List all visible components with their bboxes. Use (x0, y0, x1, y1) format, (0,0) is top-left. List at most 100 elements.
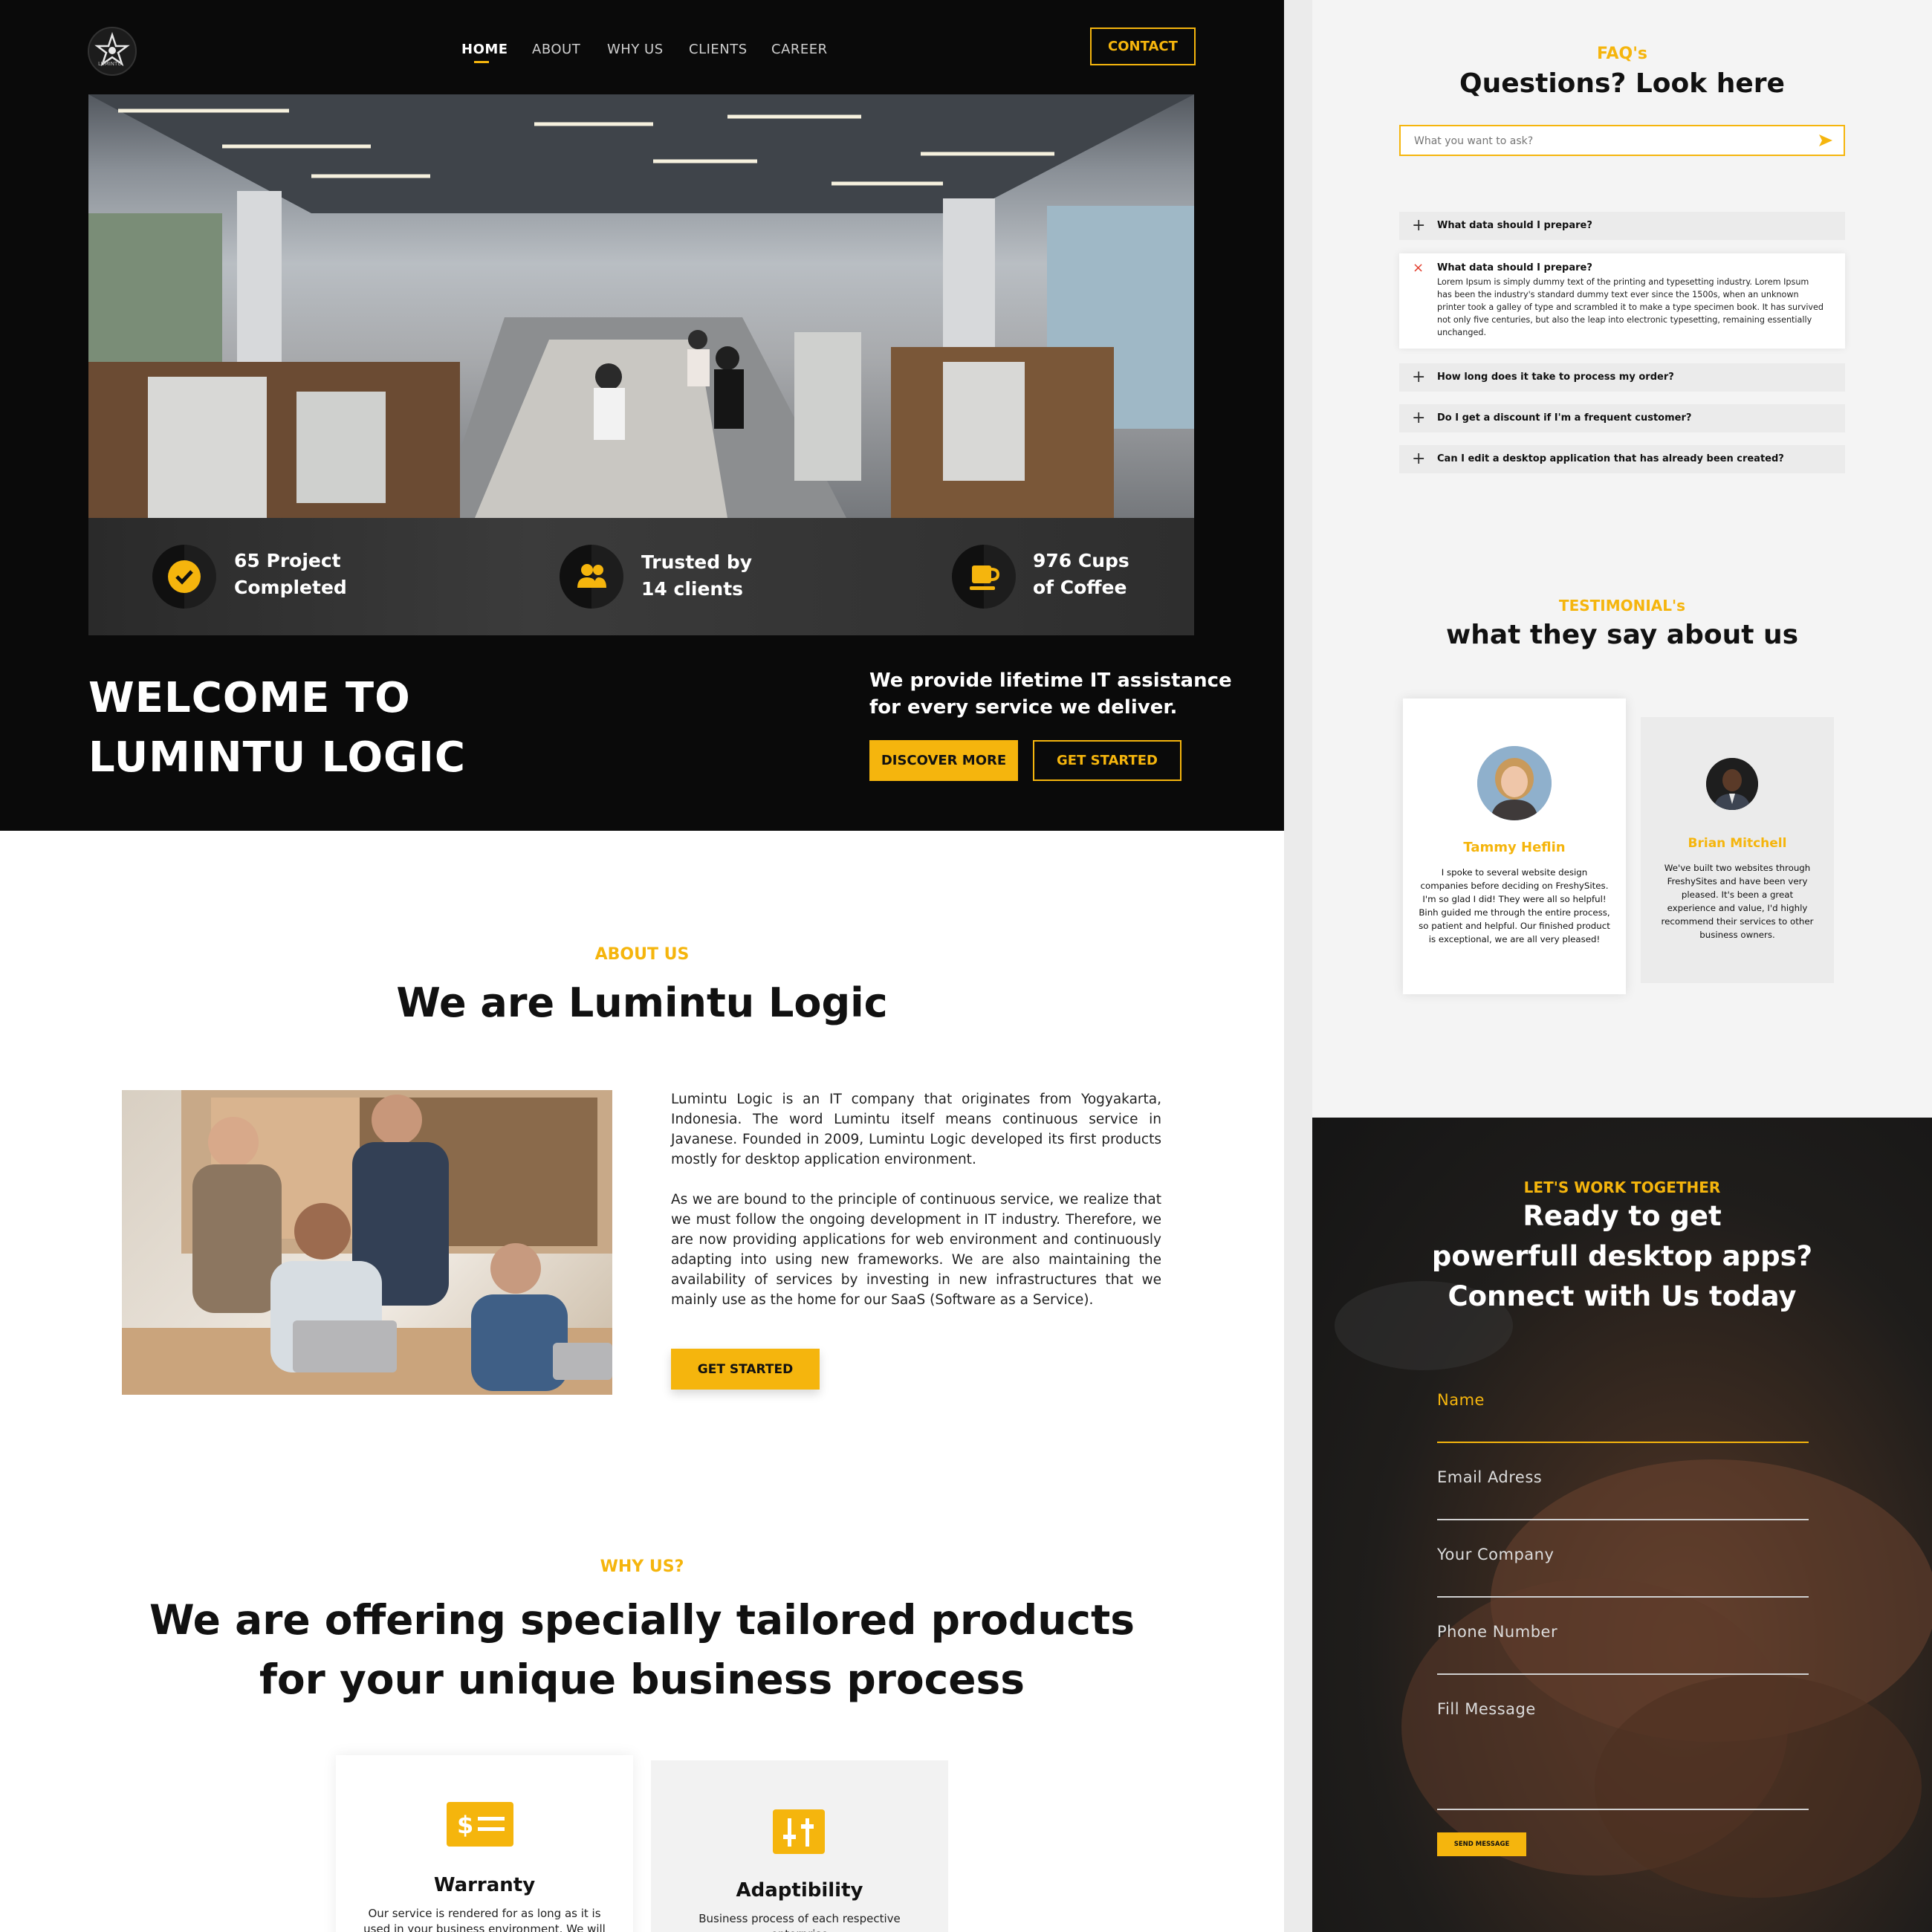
phone-field[interactable]: Phone Number (1437, 1623, 1557, 1641)
landing-page-secondary: FAQ's Questions? Look here + What data s… (1312, 0, 1932, 1932)
message-field[interactable]: Fill Message (1437, 1700, 1536, 1718)
faq-question-5: Can I edit a desktop application that ha… (1437, 453, 1784, 464)
discover-more-button[interactable]: DISCOVER MORE (869, 740, 1018, 781)
plus-icon: + (1412, 216, 1426, 235)
star-logo-icon (94, 32, 130, 67)
stat-clients-badge (560, 545, 623, 609)
faq-search-box[interactable] (1399, 125, 1845, 156)
company-field[interactable]: Your Company (1437, 1546, 1554, 1563)
nav-home[interactable]: HOME (461, 42, 508, 57)
contact-label: LET'S WORK TOGETHER (1523, 1179, 1721, 1196)
nav-active-indicator (474, 61, 489, 63)
feature-title-adaptibility: Adaptibility (736, 1879, 863, 1902)
avatar (1706, 758, 1758, 810)
about-get-started-button[interactable]: GET STARTED (671, 1349, 820, 1390)
faq-search-input[interactable] (1413, 133, 1802, 149)
why-title-line2: for your unique business process (259, 1656, 1025, 1703)
nav-about[interactable]: ABOUT (532, 42, 580, 57)
hero-section: LUMINTU HOME ABOUT WHY US CLIENTS CAREER… (0, 0, 1284, 831)
faq-item-5[interactable]: + Can I edit a desktop application that … (1399, 445, 1845, 473)
nav-clients[interactable]: CLIENTS (689, 42, 748, 57)
stat-coffee-line2: of Coffee (1033, 577, 1127, 598)
feature-title-warranty: Warranty (433, 1874, 536, 1896)
money-icon: $ (447, 1802, 513, 1847)
team-photo (122, 1090, 612, 1395)
avatar (1477, 746, 1552, 820)
email-field-underline (1437, 1519, 1809, 1520)
company-field-underline (1437, 1596, 1809, 1598)
testimonial-card-brian: Brian Mitchell We've built two websites … (1641, 717, 1834, 983)
faq-item-4[interactable]: + Do I get a discount if I'm a frequent … (1399, 404, 1845, 432)
stats-bar: 65 Project Completed Trusted by 14 clien… (88, 518, 1194, 635)
svg-text:$: $ (457, 1811, 473, 1839)
faq-item-1[interactable]: + What data should I prepare? (1399, 212, 1845, 240)
company-logo[interactable]: LUMINTU (88, 27, 137, 76)
plus-icon: + (1412, 450, 1426, 468)
send-message-button[interactable]: SEND MESSAGE (1437, 1832, 1526, 1856)
testimonial-label: TESTIMONIAL's (1558, 597, 1686, 615)
feature-desc-warranty: Our service is rendered for as long as i… (363, 1907, 606, 1932)
why-title-line1: We are offering specially tailored produ… (149, 1596, 1135, 1644)
plus-icon: + (1412, 409, 1426, 427)
testimonial-name-brian: Brian Mitchell (1688, 836, 1787, 851)
contact-button[interactable]: CONTACT (1090, 27, 1196, 65)
faq-answer-2: Lorem Ipsum is simply dummy text of the … (1437, 277, 1824, 337)
faq-label: FAQ's (1596, 45, 1648, 63)
hero-title: WELCOME TO LUMINTU LOGIC (88, 669, 466, 788)
testimonial-title: what they say about us (1445, 620, 1798, 650)
stat-clients-line2: 14 clients (641, 578, 744, 600)
stat-clients-line1: Trusted by (641, 551, 753, 573)
testimonial-quote-tammy: I spoke to several website design compan… (1419, 867, 1610, 944)
contact-section: LET'S WORK TOGETHER Ready to get powerfu… (1312, 1118, 1932, 1932)
message-field-underline (1437, 1809, 1809, 1810)
hero-title-line1: WELCOME TO (88, 674, 411, 722)
faq-question-4: Do I get a discount if I'm a frequent cu… (1437, 412, 1692, 424)
office-hero-image (88, 94, 1194, 518)
contact-title: Ready to get powerfull desktop apps? Con… (1312, 1196, 1932, 1317)
nav-why-us[interactable]: WHY US (607, 42, 664, 57)
phone-field-underline (1437, 1673, 1809, 1675)
plus-icon: + (1412, 368, 1426, 386)
name-field-underline (1437, 1442, 1809, 1443)
hero-tagline-line2: for every service we deliver. (869, 696, 1178, 719)
why-label: WHY US? (600, 1557, 684, 1576)
nav-career[interactable]: CAREER (771, 42, 828, 57)
faq-item-2-expanded[interactable]: × What data should I prepare? Lorem Ipsu… (1399, 253, 1845, 349)
landing-page-main: LUMINTU HOME ABOUT WHY US CLIENTS CAREER… (0, 0, 1284, 1932)
close-icon[interactable]: × (1413, 260, 1424, 276)
faq-question-2: What data should I prepare? (1437, 262, 1592, 273)
sliders-icon (773, 1809, 825, 1854)
logo-text: LUMINTU (98, 61, 122, 67)
stat-projects-badge (152, 545, 216, 609)
feature-card-warranty[interactable]: $ Warranty Our service is rendered for a… (336, 1755, 633, 1932)
name-field[interactable]: Name (1437, 1391, 1485, 1409)
stat-coffee-badge (952, 545, 1016, 609)
faq-title: Questions? Look here (1459, 68, 1785, 99)
about-paragraph-2: As we are bound to the principle of cont… (671, 1192, 1161, 1308)
users-icon (577, 564, 606, 588)
stat-projects-line1: 65 Project (234, 550, 341, 571)
about-label: ABOUT US (594, 945, 690, 964)
stat-coffee-line1: 976 Cups (1033, 550, 1129, 571)
about-paragraph-1: Lumintu Logic is an IT company that orig… (671, 1092, 1161, 1167)
testimonial-name-tammy: Tammy Heflin (1463, 840, 1566, 855)
hero-tagline: We provide lifetime IT assistance for ev… (869, 667, 1232, 721)
about-title: We are Lumintu Logic (396, 979, 888, 1026)
testimonial-card-tammy: Tammy Heflin I spoke to several website … (1403, 698, 1626, 994)
testimonial-quote-brian: We've built two websites through FreshyS… (1661, 863, 1814, 940)
why-title: We are offering specially tailored produ… (0, 1590, 1284, 1709)
feature-desc-adaptibility: Business process of each respective ente… (698, 1912, 901, 1932)
hero-get-started-button[interactable]: GET STARTED (1033, 740, 1181, 781)
feature-card-adaptibility[interactable]: Adaptibility Business process of each re… (651, 1760, 948, 1932)
faq-question-3: How long does it take to process my orde… (1437, 372, 1674, 383)
contact-title-line3: Connect with Us today (1448, 1280, 1797, 1312)
hero-tagline-line1: We provide lifetime IT assistance (869, 670, 1232, 692)
coffee-icon (970, 565, 1000, 590)
check-icon (168, 560, 201, 593)
stat-projects-line2: Completed (234, 577, 347, 598)
faq-item-3[interactable]: + How long does it take to process my or… (1399, 363, 1845, 392)
send-arrow-icon[interactable] (1819, 134, 1832, 146)
email-field[interactable]: Email Adress (1437, 1468, 1542, 1486)
contact-title-line1: Ready to get (1523, 1200, 1722, 1232)
faq-question-1: What data should I prepare? (1437, 220, 1592, 231)
